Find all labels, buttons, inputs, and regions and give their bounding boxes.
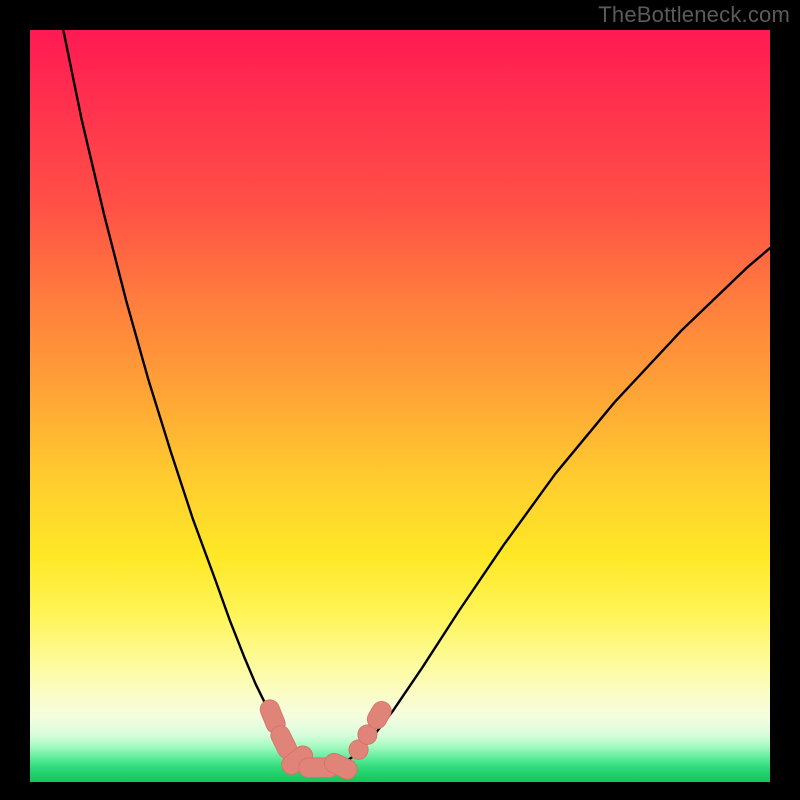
marker-group [257,697,394,782]
chart-overlay-svg [30,30,770,782]
bottleneck-curve [63,30,770,769]
chart-frame: TheBottleneck.com [0,0,800,800]
plot-area [30,30,770,782]
curve-group [63,30,770,769]
watermark-text: TheBottleneck.com [598,2,790,28]
